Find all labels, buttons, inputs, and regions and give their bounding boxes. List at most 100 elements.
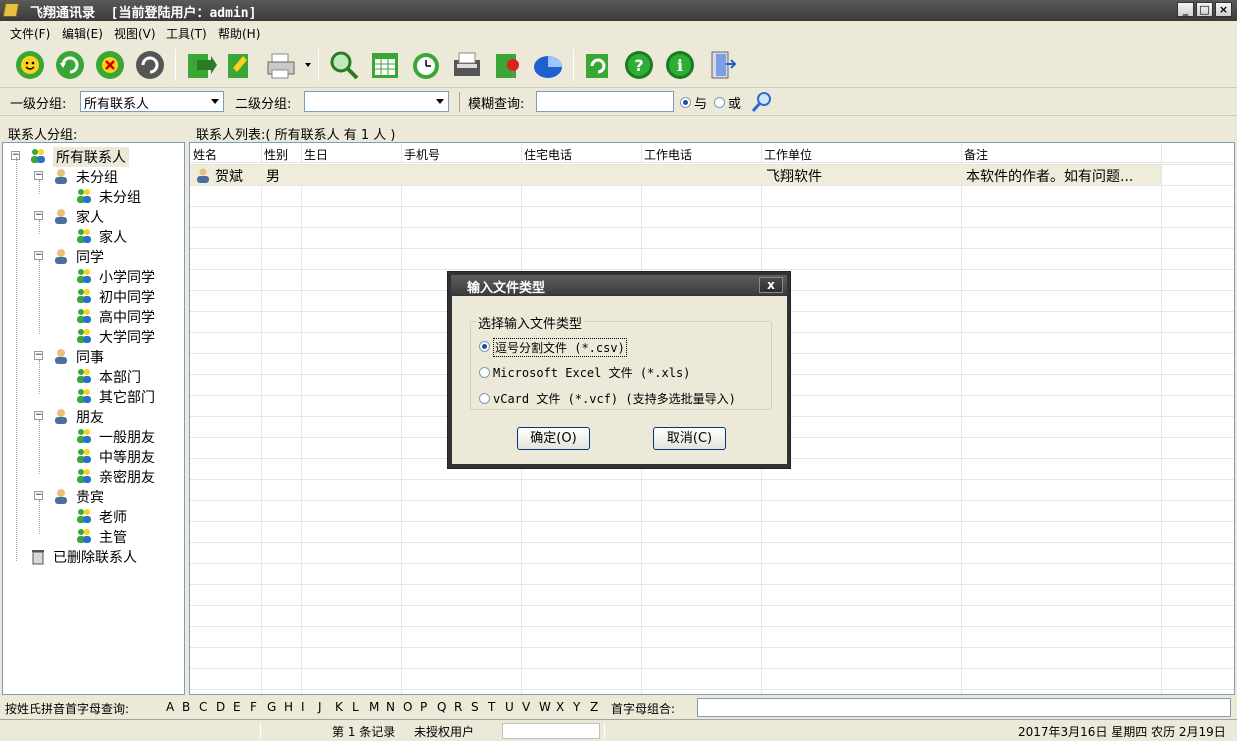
refresh-icon[interactable] (53, 48, 87, 82)
tree-group[interactable]: − 未分组 (3, 166, 183, 186)
tree-subgroup[interactable]: 主管 (3, 526, 183, 546)
menu-file[interactable]: 文件(F) (10, 25, 50, 42)
close-button[interactable]: × (1215, 2, 1232, 17)
info-icon[interactable]: i (663, 48, 697, 82)
smiley-add-icon[interactable] (13, 48, 47, 82)
calendar-icon[interactable] (368, 48, 402, 82)
initials-combo-input[interactable] (697, 698, 1231, 717)
delete-icon[interactable] (93, 48, 127, 82)
letter-l[interactable]: L (352, 700, 359, 714)
birthday-icon[interactable] (491, 48, 525, 82)
column-header[interactable]: 工作单位 (764, 146, 812, 163)
csv-radio[interactable] (479, 341, 490, 352)
column-header[interactable]: 备注 (964, 146, 988, 163)
import-icon[interactable] (183, 48, 217, 82)
letter-w[interactable]: W (539, 700, 551, 714)
tree-group[interactable]: − 贵宾 (3, 486, 183, 506)
letter-n[interactable]: N (386, 700, 395, 714)
tree-group[interactable]: − 家人 (3, 206, 183, 226)
menu-view[interactable]: 视图(V) (114, 25, 156, 42)
letter-z[interactable]: Z (590, 700, 598, 714)
vcf-radio[interactable] (479, 393, 490, 404)
tree-subgroup[interactable]: 中等朋友 (3, 446, 183, 466)
tree-root[interactable]: − 所有联系人 (3, 146, 183, 167)
letter-u[interactable]: U (505, 700, 514, 714)
print-dropdown-icon[interactable] (305, 63, 311, 67)
exit-icon[interactable] (704, 48, 738, 82)
menu-edit[interactable]: 编辑(E) (62, 25, 103, 42)
magnifier-icon[interactable] (750, 90, 774, 114)
expand-toggle-icon[interactable]: − (34, 211, 43, 220)
tree-subgroup[interactable]: 一般朋友 (3, 426, 183, 446)
tree-group[interactable]: − 同学 (3, 246, 183, 266)
expand-toggle-icon[interactable]: − (34, 411, 43, 420)
letter-m[interactable]: M (369, 700, 379, 714)
search-icon[interactable] (327, 48, 361, 82)
letter-c[interactable]: C (199, 700, 207, 714)
help-icon[interactable]: ? (622, 48, 656, 82)
tree-subgroup[interactable]: 老师 (3, 506, 183, 526)
tree-subgroup[interactable]: 其它部门 (3, 386, 183, 406)
column-header[interactable]: 住宅电话 (524, 146, 572, 163)
expand-toggle-icon[interactable]: − (34, 171, 43, 180)
update-icon[interactable] (581, 48, 615, 82)
and-radio[interactable] (680, 97, 691, 108)
letter-q[interactable]: Q (437, 700, 446, 714)
fax-icon[interactable] (450, 48, 484, 82)
tree-subgroup[interactable]: 亲密朋友 (3, 466, 183, 486)
column-header[interactable]: 生日 (304, 146, 328, 163)
tree-subgroup[interactable]: 本部门 (3, 366, 183, 386)
tree-subgroup[interactable]: 家人 (3, 226, 183, 246)
cancel-button[interactable]: 取消(C) (653, 427, 726, 450)
export-icon[interactable] (223, 48, 257, 82)
print-icon[interactable] (264, 48, 298, 82)
group2-select[interactable] (304, 91, 449, 112)
tree-deleted[interactable]: 已删除联系人 (3, 546, 183, 566)
letter-a[interactable]: A (166, 700, 174, 714)
letter-f[interactable]: F (250, 700, 257, 714)
ok-button[interactable]: 确定(O) (517, 427, 590, 450)
letter-x[interactable]: X (556, 700, 564, 714)
edit-icon[interactable] (133, 48, 167, 82)
tree-subgroup[interactable]: 大学同学 (3, 326, 183, 346)
fuzzy-search-input[interactable] (536, 91, 674, 112)
letter-k[interactable]: K (335, 700, 343, 714)
letter-s[interactable]: S (471, 700, 479, 714)
expand-toggle-icon[interactable]: − (34, 351, 43, 360)
column-header[interactable]: 工作电话 (644, 146, 692, 163)
tree-subgroup[interactable]: 小学同学 (3, 266, 183, 286)
letter-y[interactable]: Y (573, 700, 580, 714)
group1-select[interactable]: 所有联系人 (80, 91, 224, 112)
tree-group[interactable]: − 同事 (3, 346, 183, 366)
letter-b[interactable]: B (182, 700, 190, 714)
letter-g[interactable]: G (267, 700, 276, 714)
letter-v[interactable]: V (522, 700, 530, 714)
column-header[interactable]: 性别 (264, 146, 288, 163)
column-header[interactable]: 姓名 (193, 146, 217, 163)
letter-p[interactable]: P (420, 700, 427, 714)
tree-subgroup[interactable]: 未分组 (3, 186, 183, 206)
menu-help[interactable]: 帮助(H) (218, 25, 260, 42)
column-header[interactable]: 手机号 (404, 146, 440, 163)
clock-icon[interactable] (409, 48, 443, 82)
letter-d[interactable]: D (216, 700, 225, 714)
maximize-button[interactable]: □ (1196, 2, 1213, 17)
letter-e[interactable]: E (233, 700, 241, 714)
or-radio[interactable] (714, 97, 725, 108)
menu-tools[interactable]: 工具(T) (166, 25, 207, 42)
tree-subgroup[interactable]: 高中同学 (3, 306, 183, 326)
dialog-close-button[interactable]: x (759, 277, 783, 293)
minimize-button[interactable]: _ (1177, 2, 1194, 17)
letter-o[interactable]: O (403, 700, 412, 714)
tree-group[interactable]: − 朋友 (3, 406, 183, 426)
letter-t[interactable]: T (488, 700, 495, 714)
xls-radio[interactable] (479, 367, 490, 378)
letter-j[interactable]: J (318, 700, 322, 714)
tree-subgroup[interactable]: 初中同学 (3, 286, 183, 306)
letter-r[interactable]: R (454, 700, 462, 714)
letter-h[interactable]: H (284, 700, 293, 714)
chart-icon[interactable] (531, 48, 565, 82)
letter-i[interactable]: I (301, 700, 305, 714)
expand-toggle-icon[interactable]: − (34, 251, 43, 260)
expand-toggle-icon[interactable]: − (34, 491, 43, 500)
